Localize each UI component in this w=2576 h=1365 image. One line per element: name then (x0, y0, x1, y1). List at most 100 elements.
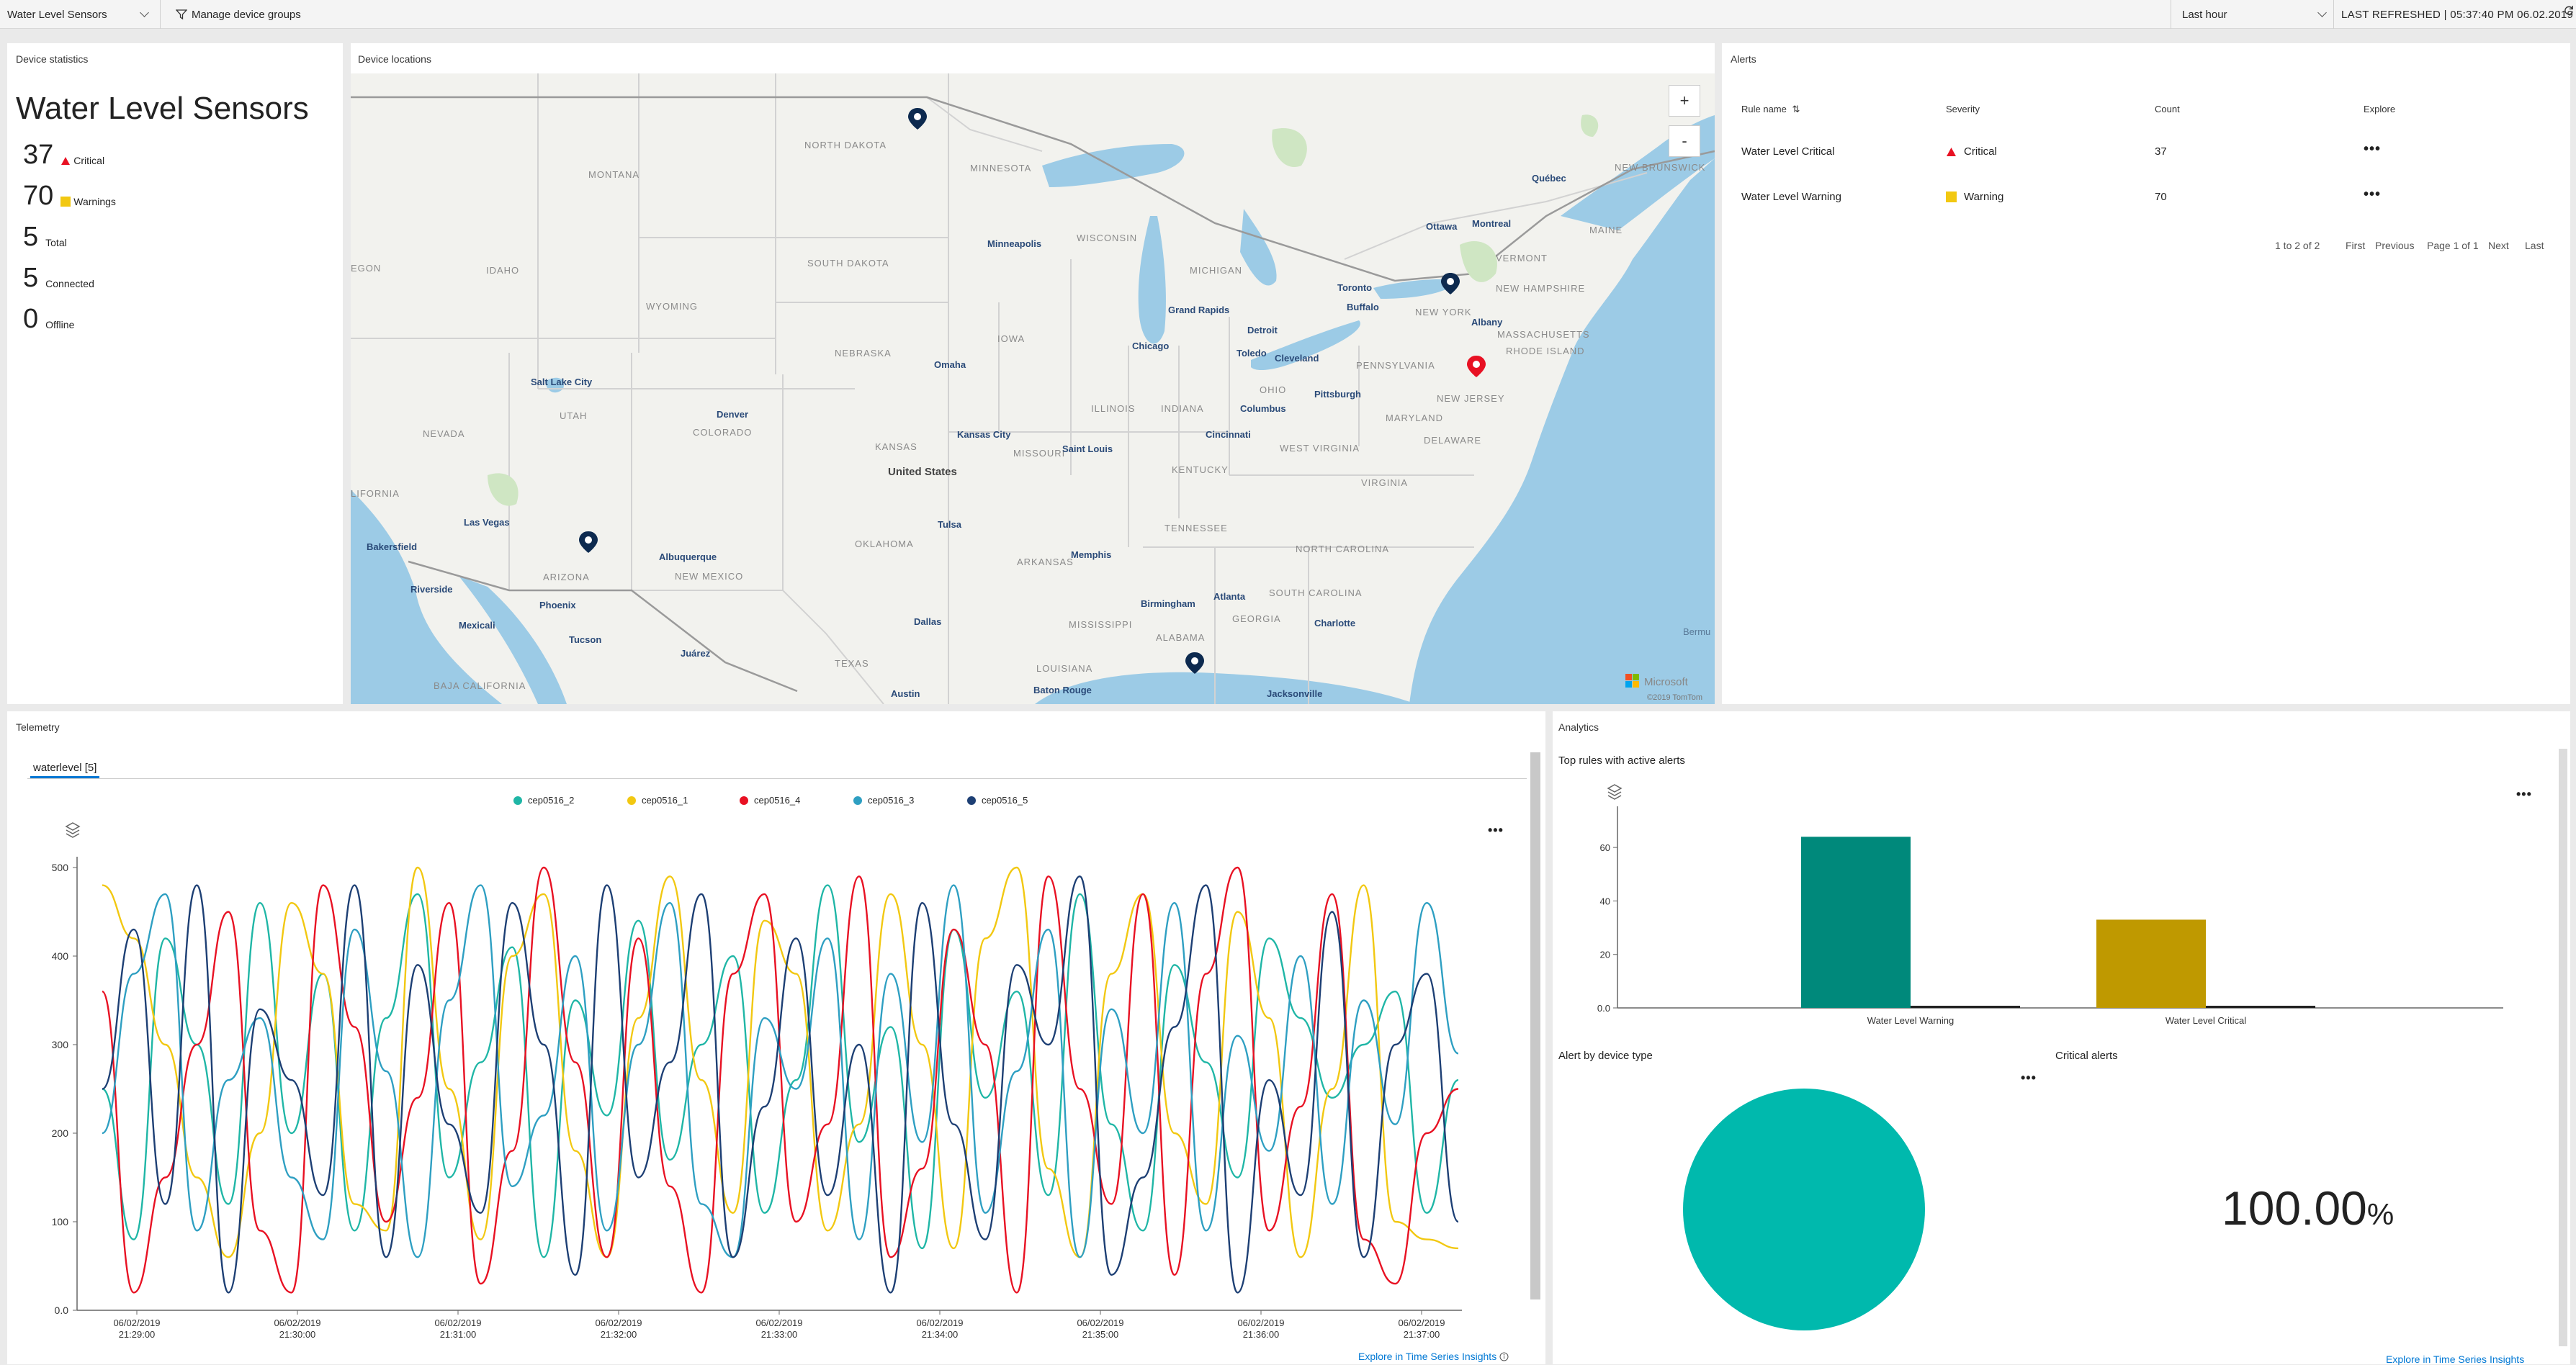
pager-next-button[interactable]: Next (2488, 240, 2509, 251)
divider (27, 778, 1527, 779)
critical-triangle-icon (1947, 147, 1956, 156)
legend-label: cep0516_5 (982, 795, 1028, 806)
explore-more-button[interactable]: ••• (2364, 141, 2381, 158)
connected-count: 5 (23, 263, 39, 293)
explore-tsi-link[interactable]: Explore in Time Series Insights (1358, 1351, 1509, 1362)
pager-last-button[interactable]: Last (2525, 240, 2544, 251)
connected-label: Connected (45, 278, 94, 289)
panel-title: Telemetry (16, 721, 60, 733)
map-label: TENNESSEE (1164, 523, 1228, 533)
scrollbar[interactable] (1530, 752, 1540, 1299)
manage-device-groups-button[interactable]: Manage device groups (176, 0, 301, 29)
scrollbar[interactable] (2559, 749, 2567, 1346)
map-canvas[interactable]: MONTANA NORTH DAKOTA MINNESOTA SOUTH DAK… (351, 43, 1715, 704)
map-label: GEORGIA (1232, 613, 1281, 624)
map-label: NORTH CAROLINA (1296, 544, 1389, 554)
tab-waterlevel[interactable]: waterlevel [5] (33, 762, 97, 774)
info-icon (1499, 1352, 1509, 1361)
map-label: SOUTH CAROLINA (1269, 587, 1363, 598)
y-tick-label: 60 (1600, 842, 1610, 853)
x-tick-label: 06/02/2019 21:36:00 (1237, 1317, 1284, 1340)
critical-pct-unit: % (2366, 1197, 2395, 1231)
x-tick-label: 06/02/2019 21:33:00 (755, 1317, 802, 1340)
critical-alerts-percentage: 100.00% (2222, 1181, 2394, 1235)
map-label: NEW HAMPSHIRE (1496, 283, 1585, 294)
legend-item[interactable]: cep0516_4 (740, 795, 800, 806)
map-label: Grand Rapids (1168, 305, 1229, 315)
map-label: Pittsburgh (1314, 389, 1361, 400)
attribution-brand: Microsoft (1644, 676, 1689, 688)
legend-item[interactable]: cep0516_2 (513, 795, 574, 806)
explore-more-button[interactable]: ••• (2364, 186, 2381, 203)
legend-swatch (967, 796, 976, 805)
legend-label: cep0516_1 (642, 795, 688, 806)
pager-first-button[interactable]: First (2346, 240, 2365, 251)
legend-item[interactable]: cep0516_5 (967, 795, 1028, 806)
map-label: VIRGINIA (1361, 477, 1408, 488)
top-rules-bar-chart[interactable]: 0.0 20 40 60 Water Level Warning Water Level … (1553, 792, 2546, 1037)
pie-slice[interactable] (1683, 1089, 1925, 1330)
map-label: Memphis (1071, 549, 1111, 560)
map-label: UTAH (560, 410, 587, 421)
map-label: Toronto (1337, 282, 1372, 293)
zoom-out-button[interactable]: - (1669, 125, 1700, 157)
critical-count: 37 (23, 140, 54, 170)
refresh-icon[interactable] (2564, 6, 2574, 16)
warning-square-icon (1946, 192, 1957, 202)
device-group-select[interactable]: Water Level Sensors (0, 0, 158, 29)
time-range-select[interactable]: Last hour (2175, 0, 2333, 29)
alerts-panel: Alerts Rule name ⇅ Severity Count Explor… (1722, 43, 2570, 704)
map-label: Riverside (410, 584, 453, 595)
attribution-text: ©2019 TomTom (1647, 693, 1702, 702)
x-tick-label: 06/02/2019 21:34:00 (916, 1317, 963, 1340)
map-label: Salt Lake City (531, 377, 593, 387)
map-label: KENTUCKY (1172, 464, 1229, 475)
total-label: Total (45, 237, 67, 248)
map-label: Toledo (1237, 348, 1267, 359)
sort-icon: ⇅ (1792, 104, 1800, 114)
map-label: NEW MEXICO (675, 571, 743, 582)
map-label: WISCONSIN (1077, 233, 1137, 243)
offline-count: 0 (23, 304, 39, 334)
map-label: Tulsa (938, 519, 962, 530)
offline-label: Offline (45, 319, 75, 330)
map-label: Québec (1532, 173, 1566, 184)
zoom-in-button[interactable]: + (1669, 85, 1700, 117)
map-label: RHODE ISLAND (1506, 346, 1585, 356)
map-label: SOUTH DAKOTA (807, 258, 889, 269)
column-header-rule-name[interactable]: Rule name ⇅ (1741, 104, 1800, 115)
legend-swatch (513, 796, 522, 805)
critical-label: Critical (73, 155, 105, 166)
total-stat: 5 Total (23, 223, 67, 251)
connected-stat: 5 Connected (23, 264, 94, 292)
critical-stat: 37 Critical (23, 141, 104, 168)
map-label: Albuquerque (659, 551, 717, 562)
map-label: NEBRASKA (835, 348, 892, 359)
device-group-name: Water Level Sensors (16, 91, 309, 126)
map-label: Mexicali (459, 620, 495, 631)
pager-previous-button[interactable]: Previous (2375, 240, 2414, 251)
warnings-label: Warnings (73, 196, 116, 207)
legend-label: cep0516_3 (868, 795, 915, 806)
column-header-severity[interactable]: Severity (1946, 104, 1980, 114)
explore-tsi-link[interactable]: Explore in Time Series Insights (2386, 1353, 2524, 1365)
divider (160, 0, 161, 29)
bar-baseline (1911, 1006, 2020, 1008)
x-tick-label: 06/02/2019 21:35:00 (1077, 1317, 1123, 1340)
legend-item[interactable]: cep0516_1 (627, 795, 688, 806)
legend-item[interactable]: cep0516_3 (853, 795, 914, 806)
column-header-count[interactable]: Count (2155, 104, 2180, 114)
x-tick-label: 06/02/2019 21:29:00 (113, 1317, 160, 1340)
telemetry-line-chart[interactable]: 0.0 100 200 300 400 500 06/02/2019 21:29:00 06/0… (7, 828, 1520, 1364)
map-label: Las Vegas (464, 517, 510, 528)
map-label: Saint Louis (1062, 443, 1113, 454)
alert-by-device-type-pie[interactable] (1678, 1084, 1930, 1335)
map-label: Cleveland (1275, 353, 1319, 364)
map-label: MASSACHUSETTS (1497, 329, 1590, 340)
y-tick-label: 300 (52, 1039, 69, 1050)
column-header-label: Rule name (1741, 104, 1787, 114)
map-label: Cincinnati (1206, 429, 1251, 440)
pie-more-button[interactable]: ••• (2021, 1071, 2037, 1086)
map-label: Baton Rouge (1033, 685, 1092, 695)
legend-swatch (740, 796, 748, 805)
